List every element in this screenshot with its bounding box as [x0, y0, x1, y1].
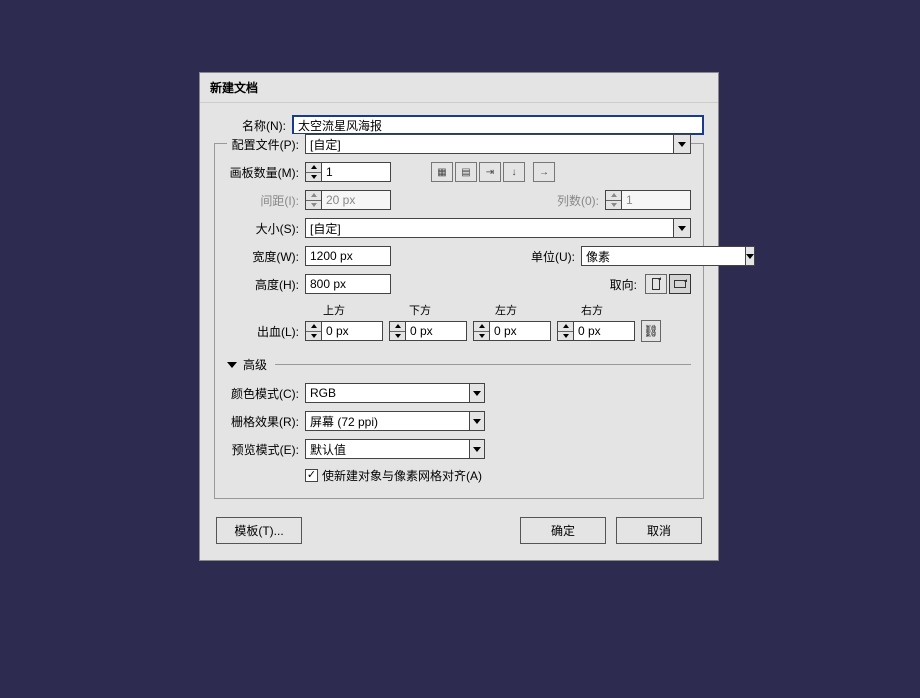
spacing-spinner: [305, 190, 391, 210]
artboards-input[interactable]: [321, 162, 391, 182]
size-label: 大小(S):: [227, 220, 305, 237]
bleed-left-spinner[interactable]: [473, 321, 551, 341]
spacing-label: 间距(I):: [227, 192, 305, 209]
bleed-bottom-spinner[interactable]: [389, 321, 467, 341]
width-input[interactable]: [305, 246, 391, 266]
arrange-down-icon[interactable]: ↓: [503, 162, 525, 182]
arrange-right-icon[interactable]: ⇥: [479, 162, 501, 182]
bleed-left-label: 左方: [477, 302, 557, 318]
raster-effects-value[interactable]: [305, 411, 469, 431]
spin-up-icon: [606, 191, 621, 201]
name-input[interactable]: [292, 115, 704, 135]
artboards-spinner[interactable]: [305, 162, 391, 182]
align-grid-checkbox[interactable]: ✓: [305, 469, 318, 482]
columns-spinner: [605, 190, 691, 210]
spin-down-icon[interactable]: [558, 332, 573, 341]
profile-value[interactable]: [305, 134, 673, 154]
bleed-top-input[interactable]: [321, 321, 383, 341]
bleed-right-input[interactable]: [573, 321, 635, 341]
chevron-down-icon[interactable]: [469, 383, 485, 403]
preview-mode-dropdown[interactable]: [305, 439, 485, 459]
grid-by-row-icon[interactable]: ▦: [431, 162, 453, 182]
portrait-icon: [652, 278, 660, 290]
advanced-section-header[interactable]: 高级: [227, 356, 691, 373]
grid-by-col-icon[interactable]: ▤: [455, 162, 477, 182]
columns-input: [621, 190, 691, 210]
chevron-down-icon[interactable]: [673, 218, 691, 238]
spin-down-icon[interactable]: [474, 332, 489, 341]
color-mode-label: 颜色模式(C):: [227, 385, 305, 402]
color-mode-value[interactable]: [305, 383, 469, 403]
size-value[interactable]: [305, 218, 673, 238]
columns-label: 列数(0):: [545, 192, 605, 209]
bleed-bottom-input[interactable]: [405, 321, 467, 341]
spin-down-icon[interactable]: [306, 332, 321, 341]
dialog-footer: 模板(T)... 确定 取消: [200, 507, 718, 560]
document-settings-group: 配置文件(P): 画板数量(M): ▦ ▤ ⇥ ↓ →: [214, 143, 704, 499]
landscape-icon: [674, 280, 686, 288]
units-value[interactable]: [581, 246, 745, 266]
spin-up-icon[interactable]: [390, 322, 405, 332]
raster-effects-dropdown[interactable]: [305, 411, 485, 431]
spacing-input: [321, 190, 391, 210]
new-document-dialog: 新建文档 名称(N): 配置文件(P): 画板数量(M):: [199, 72, 719, 561]
artboards-label: 画板数量(M):: [227, 164, 305, 181]
color-mode-dropdown[interactable]: [305, 383, 485, 403]
arrange-left-icon[interactable]: →: [533, 162, 555, 182]
templates-button[interactable]: 模板(T)...: [216, 517, 302, 544]
raster-effects-label: 栅格效果(R):: [227, 413, 305, 430]
advanced-label: 高级: [243, 356, 267, 373]
chevron-down-icon[interactable]: [469, 439, 485, 459]
spin-up-icon[interactable]: [306, 163, 321, 173]
dialog-content: 名称(N): 配置文件(P): 画板数量(M): ▦: [200, 103, 718, 507]
dialog-title: 新建文档: [200, 73, 718, 103]
ok-button[interactable]: 确定: [520, 517, 606, 544]
chevron-down-icon[interactable]: [745, 246, 755, 266]
profile-dropdown[interactable]: [305, 134, 691, 154]
align-grid-label: 使新建对象与像素网格对齐(A): [322, 467, 482, 484]
height-input[interactable]: [305, 274, 391, 294]
bleed-top-spinner[interactable]: [305, 321, 383, 341]
spin-up-icon: [306, 191, 321, 201]
size-dropdown[interactable]: [305, 218, 691, 238]
spin-up-icon[interactable]: [558, 322, 573, 332]
name-label: 名称(N):: [214, 117, 292, 134]
spin-up-icon[interactable]: [306, 322, 321, 332]
chevron-down-icon[interactable]: [673, 134, 691, 154]
triangle-down-icon: [227, 362, 237, 368]
spin-down-icon: [606, 201, 621, 210]
units-label: 单位(U):: [521, 248, 581, 265]
bleed-top-label: 上方: [305, 302, 385, 318]
spin-up-icon[interactable]: [474, 322, 489, 332]
units-dropdown[interactable]: [581, 246, 691, 266]
spin-down-icon[interactable]: [306, 173, 321, 182]
bleed-right-label: 右方: [563, 302, 643, 318]
bleed-right-spinner[interactable]: [557, 321, 635, 341]
preview-mode-value[interactable]: [305, 439, 469, 459]
width-label: 宽度(W):: [227, 248, 305, 265]
height-label: 高度(H):: [227, 276, 305, 293]
bleed-bottom-label: 下方: [391, 302, 471, 318]
orientation-label: 取向:: [583, 276, 643, 293]
spin-down-icon: [306, 201, 321, 210]
preview-mode-label: 预览模式(E):: [227, 441, 305, 458]
bleed-label: 出血(L):: [227, 323, 305, 340]
spin-down-icon[interactable]: [390, 332, 405, 341]
link-bleed-icon[interactable]: ⛓: [641, 320, 661, 342]
orientation-portrait-button[interactable]: [645, 274, 667, 294]
orientation-landscape-button[interactable]: [669, 274, 691, 294]
bleed-left-input[interactable]: [489, 321, 551, 341]
chevron-down-icon[interactable]: [469, 411, 485, 431]
profile-label: 配置文件(P):: [227, 136, 305, 153]
cancel-button[interactable]: 取消: [616, 517, 702, 544]
